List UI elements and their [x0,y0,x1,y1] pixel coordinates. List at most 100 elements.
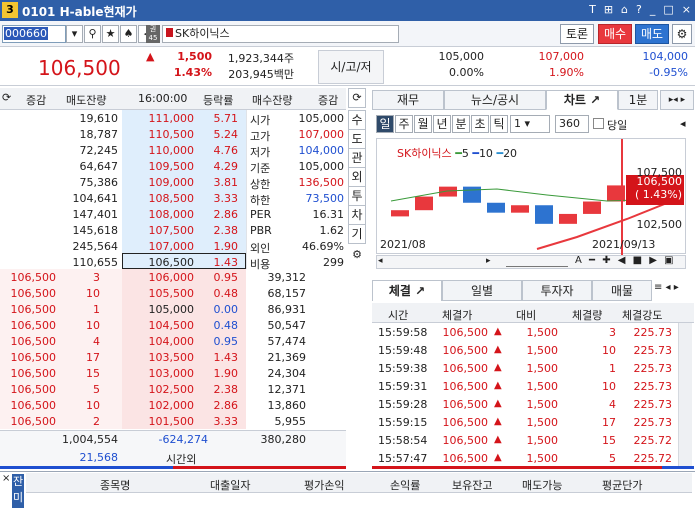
trades-scrollbar[interactable] [678,323,692,466]
side-tab[interactable]: 투 [348,186,366,206]
bid-price[interactable]: 106,000 [124,271,195,284]
ask-price[interactable]: 109,500 [124,160,195,173]
stock-code-input[interactable]: 000660 [2,25,66,43]
tick-price: 106,500 [10,351,57,364]
period-3[interactable]: 년 [433,115,451,133]
tick-qty: 10 [86,399,100,412]
dropdown-arrow-icon[interactable]: ▾ [66,25,83,43]
bid-price[interactable]: 104,500 [124,319,195,332]
tick-qty: 4 [93,335,100,348]
tab-nav-icon[interactable]: ≡ ◂ ▸ [654,282,694,293]
talk-button[interactable]: 토론 [560,24,594,44]
side-tab[interactable]: 기 [348,224,366,244]
bid-qty: 86,931 [267,303,307,316]
settings-icon[interactable]: ⚙ [672,24,692,44]
tick-qty: 3 [93,271,100,284]
panel-close-icon[interactable]: × [2,473,10,484]
tab-investor[interactable]: 투자자 [522,280,592,301]
tab-news[interactable]: 뉴스/공시 [444,90,546,110]
buy-button[interactable]: 매수 [598,24,632,44]
side-tab[interactable]: 외 [348,167,366,187]
tab-supply[interactable]: 매물 [592,280,652,301]
chart-tools-icon[interactable]: A ━ ✚ ◀ ■ ▶ ▣ [575,255,676,266]
period-0[interactable]: 일 [376,115,394,133]
ask-price[interactable]: 106,500 [124,256,195,269]
scroll-left-icon[interactable]: ◂ [378,256,383,266]
window-number: 3 [2,2,18,18]
minimize-icon[interactable]: _ [650,3,656,16]
tick-qty: 10 [86,287,100,300]
tab-daily[interactable]: 일별 [442,280,522,301]
maximize-icon[interactable]: □ [663,3,673,16]
stock-name-field[interactable]: SK하이닉스 [162,25,399,43]
period-1[interactable]: 주 [395,115,413,133]
axis-top: 107,500 [636,166,683,179]
bid-price[interactable]: 103,500 [124,351,195,364]
ask-price[interactable]: 107,500 [124,224,195,237]
side-tab[interactable]: 관 [348,148,366,168]
star-icon[interactable]: ★ [102,25,119,43]
ask-price[interactable]: 111,000 [124,112,195,125]
ask-rate: 2.86 [213,208,239,221]
ask-price[interactable]: 110,000 [124,144,195,157]
info-value: 136,500 [298,176,345,189]
info-label: PER [250,208,272,221]
help-icon[interactable]: ? [636,3,642,16]
trade-diff: 1,500 [526,452,559,465]
period-4[interactable]: 분 [452,115,470,133]
ohl-button[interactable]: 시/고/저 [318,50,384,84]
amount: 203,945백만 [228,68,294,81]
scroll-right-icon[interactable]: ▸ [486,256,491,266]
tab-chart[interactable]: 차트 ↗ [546,90,618,110]
trade-price: 106,500 [442,434,489,447]
collapse-icon[interactable]: ◂ [680,117,686,130]
up-arrow-icon: ▲ [494,398,502,409]
side-refresh-icon[interactable]: ⟳ [348,88,366,108]
candle [487,202,505,213]
side-label[interactable]: 잔미 [12,474,24,508]
period-5[interactable]: 초 [471,115,489,133]
ask-price[interactable]: 108,000 [124,208,195,221]
total-bid-qty: 380,280 [260,433,307,446]
period-6[interactable]: 틱 [490,115,508,133]
text-icon[interactable]: T [589,3,596,16]
bid-price[interactable]: 103,000 [124,367,195,380]
ask-price[interactable]: 109,000 [124,176,195,189]
side-settings-icon[interactable]: ⚙ [348,248,366,266]
lock-icon[interactable]: ⌂ [621,3,628,16]
tab-trades[interactable]: 체결 ↗ [372,280,442,301]
close-icon[interactable]: × [682,3,691,16]
period-value-select[interactable]: 1 ▾ [510,115,550,133]
side-tab[interactable]: 수 [348,110,366,130]
refresh-icon[interactable]: ⟳ [2,91,11,104]
zoom-slider[interactable] [506,256,568,267]
bid-price[interactable]: 102,000 [124,399,195,412]
candle [391,210,409,217]
today-checkbox[interactable] [593,118,604,129]
search-icon[interactable]: ⚲ [84,25,101,43]
ask-price[interactable]: 107,000 [124,240,195,253]
side-tab[interactable]: 도 [348,129,366,149]
tab-1min[interactable]: 1분 [618,90,658,110]
bid-price[interactable]: 101,500 [124,415,195,428]
bid-price[interactable]: 104,000 [124,335,195,348]
bid-price[interactable]: 105,000 [124,303,195,316]
bid-price[interactable]: 102,500 [124,383,195,396]
count-input[interactable]: 360 [555,115,589,133]
sell-button[interactable]: 매도 [635,24,669,44]
tick-price: 106,500 [10,399,57,412]
side-tab[interactable]: 차 [348,205,366,225]
bell-icon[interactable]: ♠ [120,25,137,43]
bid-rate: 0.95 [213,335,239,348]
ask-price[interactable]: 108,500 [124,192,195,205]
ask-price[interactable]: 110,500 [124,128,195,141]
link-icon[interactable]: ⊞ [604,3,613,16]
up-arrow-icon: ▲ [494,326,502,337]
bid-price[interactable]: 105,500 [124,287,195,300]
current-price: 106,500 [38,56,121,80]
tab-finance[interactable]: 재무 [372,90,444,110]
tab-arrows[interactable]: ▸◂ ▸ [660,90,694,110]
trade-qty: 15 [602,434,616,447]
ask-qty: 19,610 [79,112,119,125]
period-2[interactable]: 월 [414,115,432,133]
